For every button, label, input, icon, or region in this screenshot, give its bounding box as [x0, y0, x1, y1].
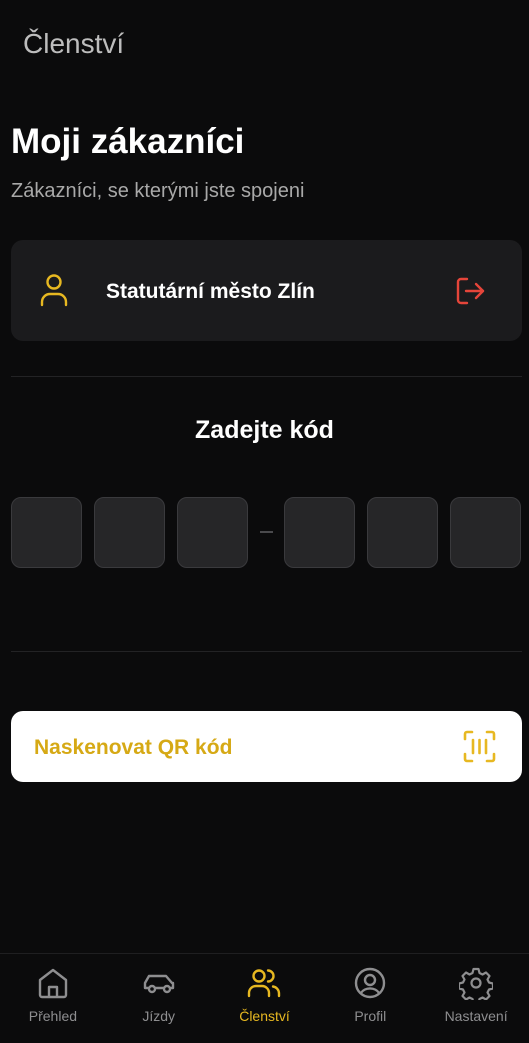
nav-label: Nastavení [444, 1008, 508, 1024]
nav-label: Jízdy [142, 1008, 176, 1024]
profile-icon [355, 967, 386, 999]
bottom-nav: Přehled Jízdy Členství Profil Nastavení [0, 953, 529, 1043]
customer-name: Statutární město Zlín [106, 280, 315, 303]
nav-item-nastaveni[interactable]: Nastavení [423, 954, 529, 1043]
code-digit-box[interactable] [284, 497, 355, 568]
qr-scan-icon [463, 730, 496, 763]
scan-qr-button[interactable]: Naskenovat QR kód [11, 711, 522, 782]
users-icon [248, 969, 281, 998]
customer-card[interactable]: Statutární město Zlín [11, 240, 522, 341]
code-separator [260, 531, 273, 533]
nav-label: Členství [239, 1008, 290, 1024]
nav-item-jizdy[interactable]: Jízdy [106, 954, 212, 1043]
nav-label: Přehled [28, 1008, 78, 1024]
nav-item-prehled[interactable]: Přehled [0, 954, 106, 1043]
gear-icon [459, 967, 494, 1000]
code-digit-box[interactable] [177, 497, 248, 568]
car-icon [143, 974, 174, 994]
home-icon [38, 968, 68, 999]
page-title: Moji zákazníci [11, 122, 245, 161]
code-entry-title: Zadejte kód [195, 416, 334, 444]
nav-label: Profil [354, 1008, 387, 1024]
divider [11, 376, 522, 377]
logout-icon[interactable] [454, 275, 488, 307]
code-digit-box[interactable] [367, 497, 438, 568]
user-icon [40, 274, 68, 307]
divider [11, 651, 522, 652]
code-digit-box[interactable] [11, 497, 82, 568]
code-digit-box[interactable] [450, 497, 521, 568]
scan-qr-label: Naskenovat QR kód [34, 736, 233, 759]
page-subtitle: Zákazníci, se kterými jste spojeni [11, 180, 305, 202]
nav-item-clenstvi[interactable]: Členství [212, 954, 318, 1043]
nav-item-profil[interactable]: Profil [317, 954, 423, 1043]
header-title: Členství [23, 28, 125, 59]
code-digit-box[interactable] [94, 497, 165, 568]
